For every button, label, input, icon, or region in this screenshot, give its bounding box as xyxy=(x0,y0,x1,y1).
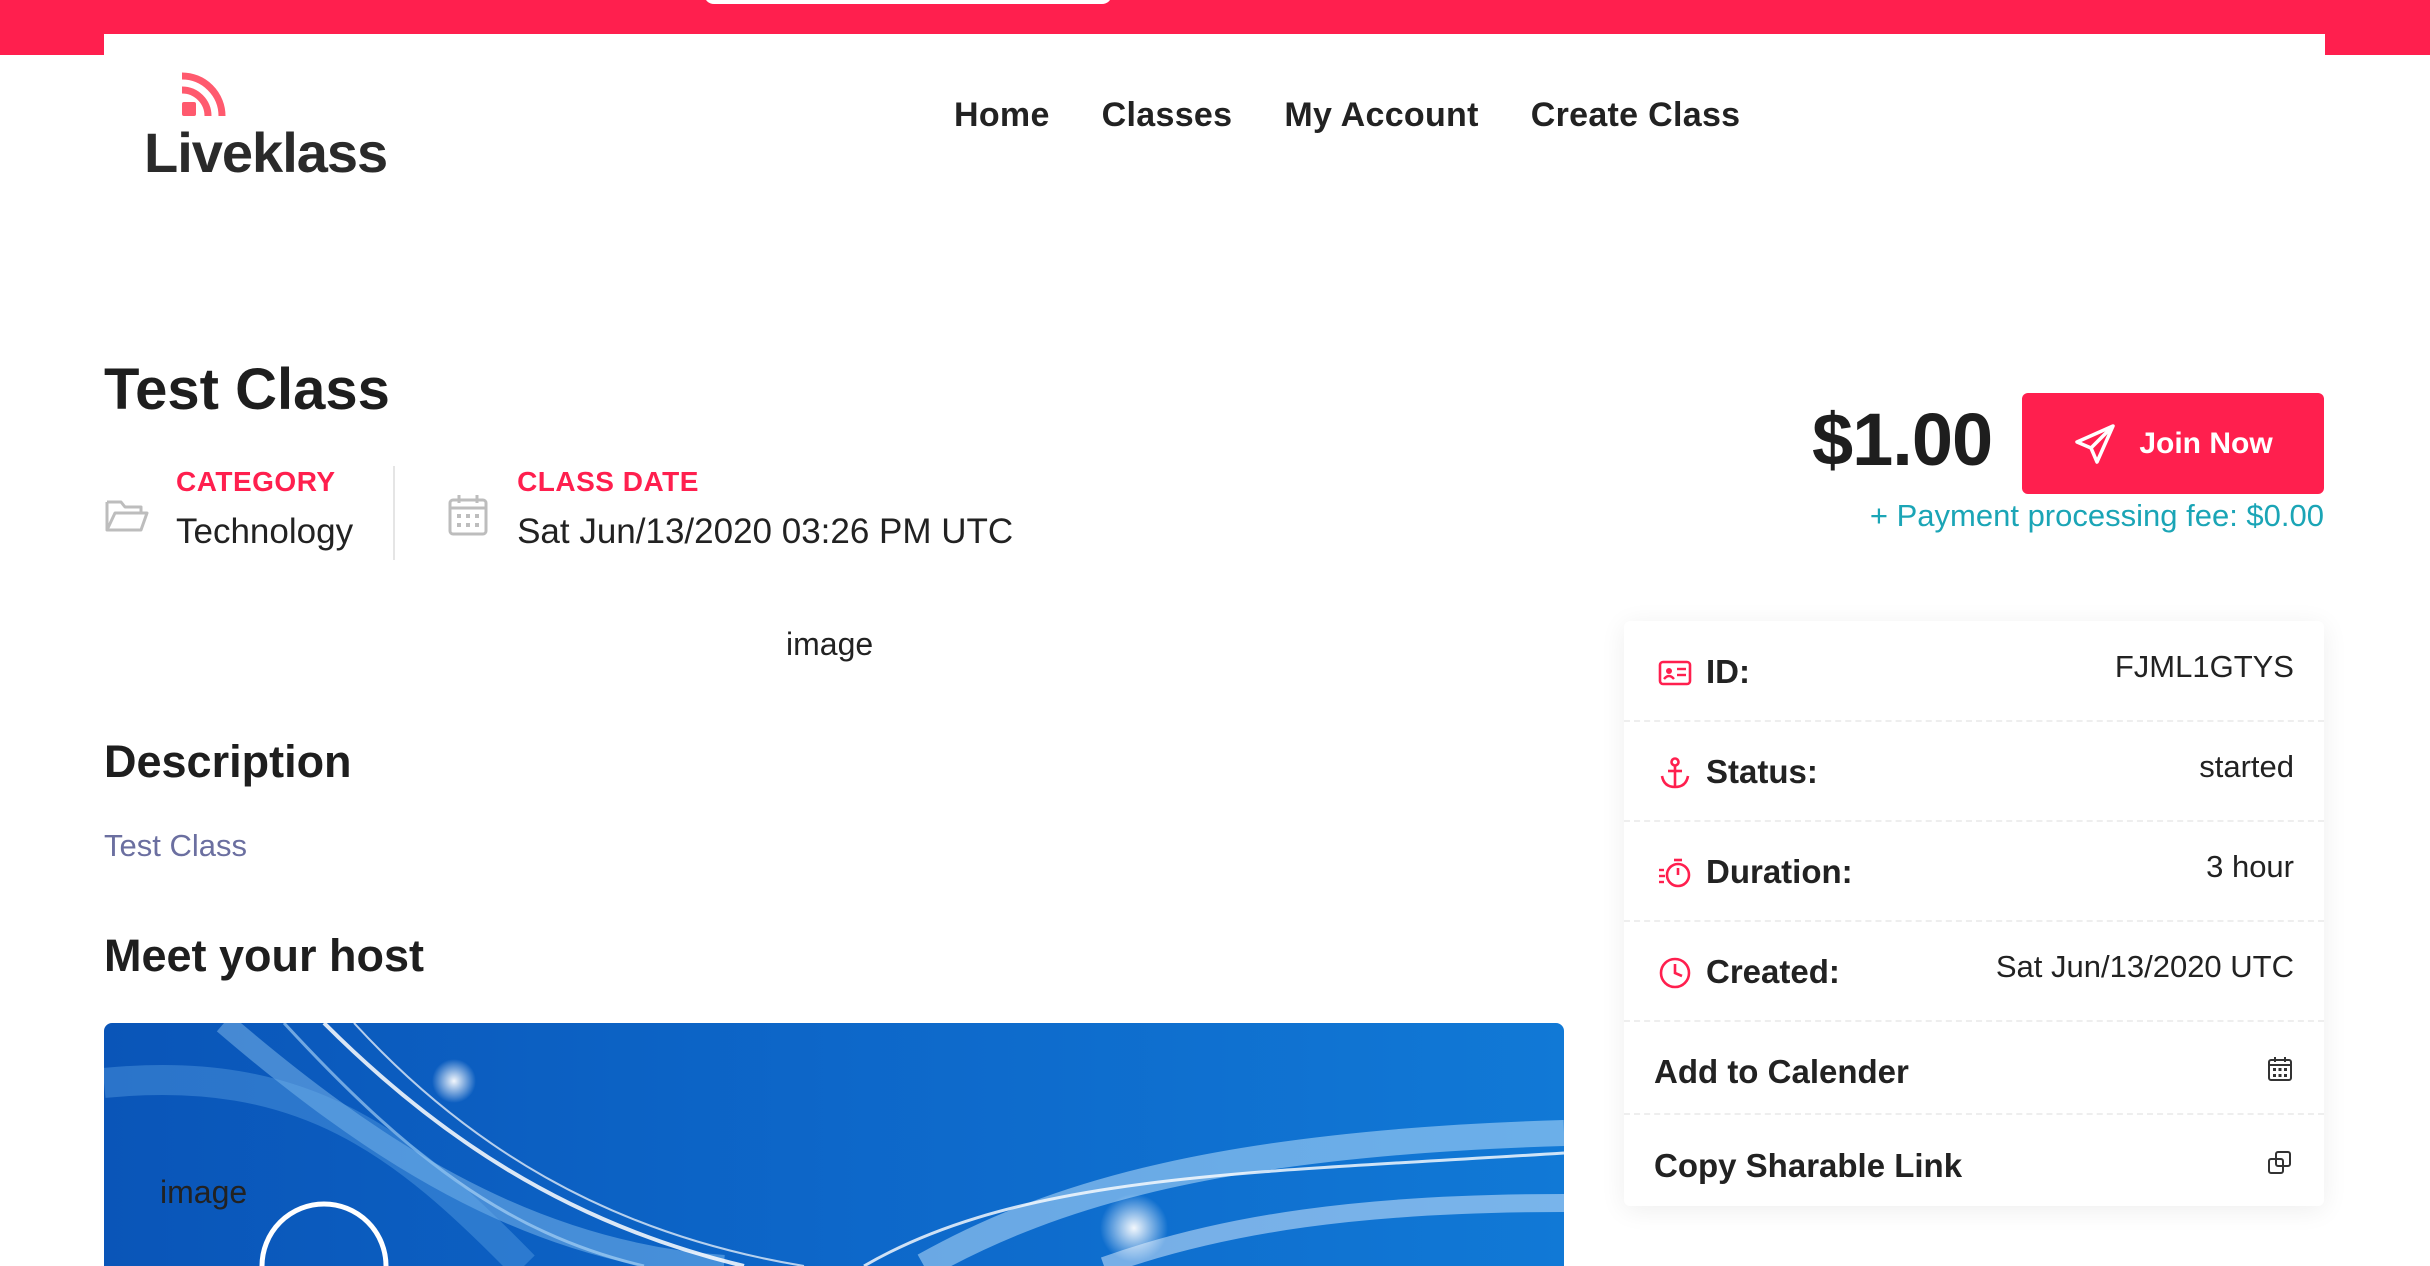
copy-link-label: Copy Sharable Link xyxy=(1654,1147,1963,1184)
clock-icon xyxy=(1659,957,1691,989)
status-value: started xyxy=(2199,749,2294,784)
calendar-small-icon[interactable] xyxy=(2266,1055,2294,1083)
description-heading: Description xyxy=(104,736,352,787)
calendar-icon xyxy=(448,495,488,536)
info-row-duration: Duration: 3 hour xyxy=(1624,821,2324,922)
join-now-label: Join Now xyxy=(2139,426,2273,460)
status-label: Status: xyxy=(1706,753,1818,790)
category-value: Technology xyxy=(176,512,354,551)
duration-value: 3 hour xyxy=(2206,849,2294,884)
class-meta: CATEGORY Technology CLASS DATE Sat Jun/1… xyxy=(104,466,1013,562)
meta-divider xyxy=(393,466,396,560)
host-image-placeholder: image xyxy=(160,1174,248,1210)
class-price: $1.00 xyxy=(1812,398,1993,481)
category-label: CATEGORY xyxy=(176,466,336,497)
logo[interactable]: Liveklass xyxy=(144,70,404,184)
category-meta: CATEGORY Technology xyxy=(104,466,353,562)
host-banner-image xyxy=(104,1023,1564,1266)
anchor-icon xyxy=(1660,757,1690,789)
payment-fee-note: + Payment processing fee: $0.00 xyxy=(1869,498,2324,533)
nav-my-account[interactable]: My Account xyxy=(1284,96,1478,135)
site-header: Liveklass Home Classes My Account Create… xyxy=(104,34,2325,224)
nav-classes[interactable]: Classes xyxy=(1102,96,1233,135)
class-date-value: Sat Jun/13/2020 03:26 PM UTC xyxy=(517,512,1014,551)
logo-text: Liveklass xyxy=(144,121,388,184)
add-to-calendar-label: Add to Calender xyxy=(1654,1053,1909,1090)
nav-home[interactable]: Home xyxy=(954,96,1050,135)
id-label: ID: xyxy=(1706,653,1750,690)
class-image-placeholder: image xyxy=(786,626,874,662)
folder-open-icon xyxy=(105,500,149,532)
stopwatch-icon xyxy=(1659,858,1691,888)
duration-label: Duration: xyxy=(1706,853,1853,890)
info-row-status: Status: started xyxy=(1624,721,2324,822)
class-date-meta: CLASS DATE Sat Jun/13/2020 03:26 PM UTC xyxy=(445,466,1013,562)
join-now-button[interactable]: Join Now xyxy=(2022,393,2324,494)
top-bar-tab xyxy=(704,0,1112,4)
id-card-icon xyxy=(1658,660,1692,686)
info-row-created: Created: Sat Jun/13/2020 UTC xyxy=(1624,921,2324,1022)
info-row-id: ID: FJML1GTYS xyxy=(1624,621,2324,722)
created-label: Created: xyxy=(1706,953,1840,990)
abstract-wave-graphic xyxy=(104,1023,1564,1266)
add-to-calendar-row[interactable]: Add to Calender xyxy=(1624,1021,2324,1115)
send-icon xyxy=(2075,423,2116,464)
page-title: Test Class xyxy=(104,357,390,422)
copy-icon[interactable] xyxy=(2266,1149,2294,1177)
id-value: FJML1GTYS xyxy=(2114,649,2294,684)
copy-link-row[interactable]: Copy Sharable Link xyxy=(1624,1115,2324,1206)
nav-create-class[interactable]: Create Class xyxy=(1531,96,1741,135)
created-value: Sat Jun/13/2020 UTC xyxy=(1995,949,2294,984)
main-nav: Home Classes My Account Create Class xyxy=(954,96,1740,135)
description-text: Test Class xyxy=(104,828,247,863)
host-heading: Meet your host xyxy=(104,930,425,981)
class-info-card: ID: FJML1GTYS Status: started Duration: … xyxy=(1624,621,2324,1206)
class-date-label: CLASS DATE xyxy=(517,466,699,497)
